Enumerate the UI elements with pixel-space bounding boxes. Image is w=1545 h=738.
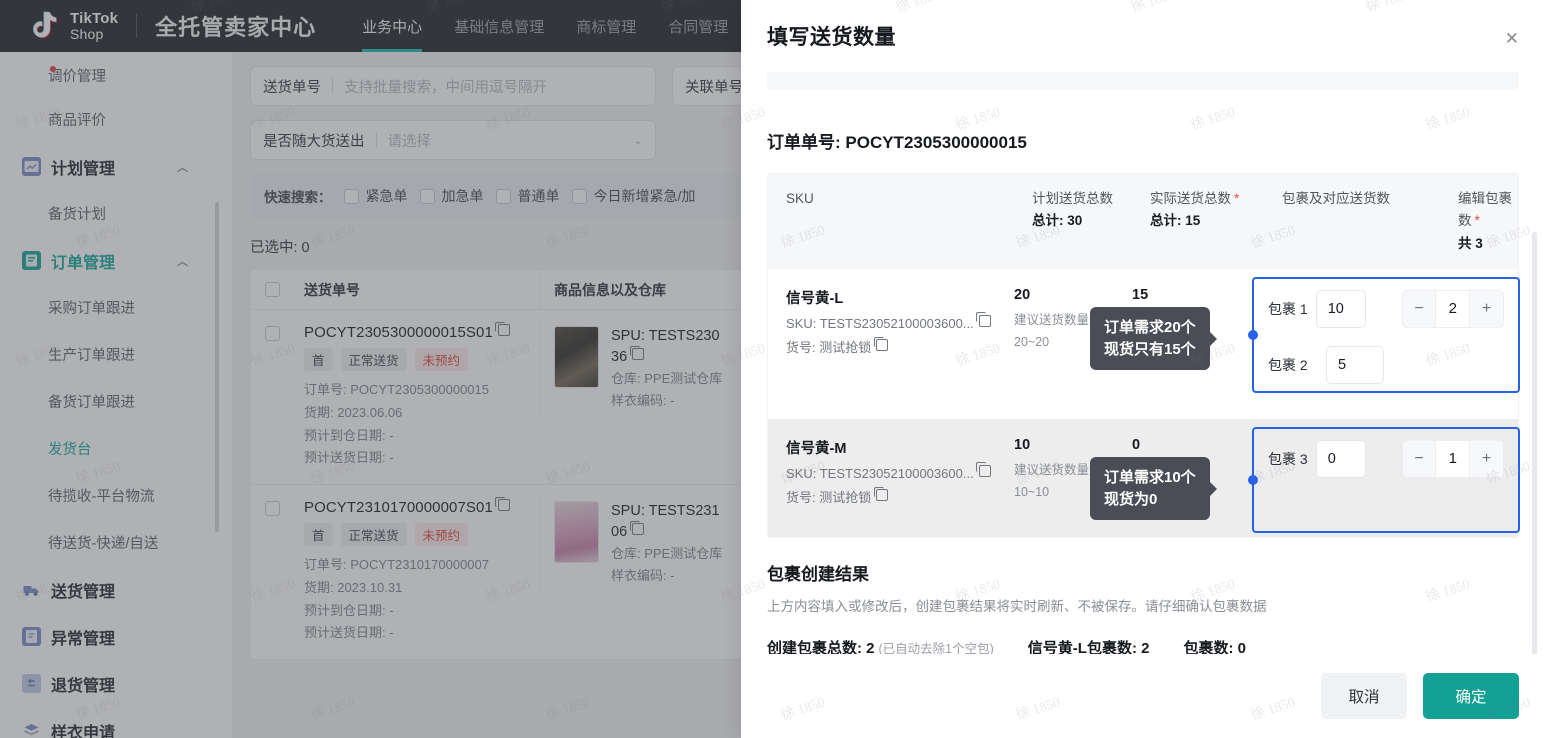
- item-no-text: 货号: 测试抢锁: [786, 340, 872, 356]
- package-count-sku2: 包裹数: 0: [1183, 639, 1246, 654]
- item-no: 货号: 测试抢锁: [786, 486, 1014, 511]
- package-count-stepper[interactable]: − 1 +: [1401, 439, 1504, 478]
- required-asterisk-icon: *: [1234, 191, 1240, 206]
- package-result-title: 包裹创建结果: [767, 564, 869, 584]
- stepper-minus-button[interactable]: −: [1403, 291, 1436, 327]
- package-total-note: (已自动去除1个空包): [878, 641, 994, 654]
- header-plan-total-label: 计划送货总数: [1032, 191, 1113, 206]
- package-label: 包裹 3: [1268, 450, 1308, 467]
- package-row: 包裹 1 10 − 2 +: [1254, 279, 1518, 339]
- actual-qty-value: 0: [1132, 436, 1141, 453]
- stepper-value[interactable]: 2: [1435, 290, 1471, 327]
- plan-qty-value: 10: [1014, 436, 1031, 453]
- header-plan-total: 计划送货总数 总计: 30: [1032, 188, 1150, 255]
- tooltip-line-1: 订单需求20个: [1104, 318, 1196, 336]
- item-no-text: 货号: 测试抢锁: [786, 490, 872, 506]
- dialog-footer: 取消 确定: [741, 654, 1545, 738]
- dialog-scrollbar[interactable]: [1532, 232, 1537, 654]
- package-result-subtitle: 上方内容填入或修改后，创建包裹结果将实时刷新、不被保存。请仔细确认包裹数据: [767, 598, 1267, 614]
- package-mode-radio-group[interactable]: 每个 SKU 一个包裹 ⌄ 所有 SKU 一个包裹 ⌄: [767, 72, 1519, 90]
- header-edit-package-label: 编辑包裹数 *: [1458, 188, 1518, 233]
- cancel-button[interactable]: 取消: [1321, 673, 1407, 719]
- package-label: 包裹 2: [1268, 356, 1308, 373]
- stepper-minus-button[interactable]: −: [1403, 441, 1436, 477]
- header-edit-package-value: 共 3: [1458, 235, 1483, 251]
- stepper-plus-button[interactable]: +: [1470, 441, 1503, 477]
- tooltip-line-2: 现货只有15个: [1104, 340, 1196, 358]
- stepper-value[interactable]: 1: [1435, 440, 1471, 477]
- package-count-sku1: 信号黄-L包裹数: 2: [1027, 639, 1150, 654]
- package-total-group: 创建包裹总数: 2 (已自动去除1个空包): [767, 637, 994, 654]
- sku-delivery-table: SKU 计划送货总数 总计: 30 实际送货总数 * 总计: 15 包裹及对应送货…: [767, 173, 1520, 538]
- actual-qty-value: 15: [1132, 286, 1149, 303]
- dialog-title: 填写送货数量: [767, 26, 896, 49]
- package-count-stepper[interactable]: − 2 +: [1401, 289, 1504, 328]
- sku-name: 信号黄-M: [786, 440, 847, 457]
- package-qty-input[interactable]: 10: [1315, 289, 1366, 328]
- stepper-plus-button[interactable]: +: [1470, 291, 1503, 327]
- copy-icon[interactable]: [873, 486, 889, 502]
- tooltip-line-2: 现货为0: [1104, 490, 1158, 508]
- package-label: 包裹 1: [1268, 300, 1308, 317]
- copy-icon[interactable]: [976, 312, 991, 327]
- tooltip-line-1: 订单需求10个: [1104, 468, 1196, 486]
- header-edit-package-count: 编辑包裹数 * 共 3: [1458, 188, 1518, 255]
- sku-code: SKU: TESTS23052100003600...: [786, 462, 1014, 487]
- package-qty-input[interactable]: 0: [1315, 439, 1366, 478]
- package-result-summary: 创建包裹总数: 2 (已自动去除1个空包) 信号黄-L包裹数: 2 包裹数: 0: [767, 637, 1519, 654]
- package-row: 包裹 2 5: [1254, 339, 1518, 391]
- close-icon[interactable]: ✕: [1505, 30, 1519, 47]
- header-sku: SKU: [786, 191, 814, 206]
- header-actual-total: 实际送货总数 * 总计: 15: [1150, 188, 1282, 255]
- fill-delivery-qty-dialog: 填写送货数量 ✕ 每个 SKU 一个包裹 ⌄ 所有 SKU 一个包裹 ⌄: [741, 0, 1545, 738]
- sku-code-text: SKU: TESTS23052100003600...: [786, 315, 974, 331]
- header-actual-total-label: 实际送货总数 *: [1150, 188, 1282, 210]
- item-no: 货号: 测试抢锁: [786, 336, 1014, 361]
- package-total-label: 创建包裹总数: 2: [767, 639, 875, 654]
- sku-table-row: 信号黄-L SKU: TESTS23052100003600... 货号: 测试…: [768, 269, 1520, 419]
- header-plan-total-value: 总计: 30: [1032, 213, 1083, 229]
- plan-qty-value: 20: [1014, 286, 1031, 303]
- dialog-header: 填写送货数量 ✕: [741, 0, 1545, 72]
- sku-table-header: SKU 计划送货总数 总计: 30 实际送货总数 * 总计: 15 包裹及对应送货…: [768, 174, 1518, 269]
- header-actual-total-text: 实际送货总数: [1150, 191, 1231, 206]
- package-qty-input[interactable]: 5: [1326, 345, 1384, 384]
- stock-warning-tooltip: 订单需求20个 现货只有15个: [1090, 306, 1217, 371]
- header-actual-total-value: 总计: 15: [1150, 213, 1201, 229]
- package-row: 包裹 3 0 − 1 +: [1254, 429, 1518, 489]
- stock-warning-tooltip: 订单需求10个 现货为0: [1090, 456, 1217, 521]
- header-package-qty: 包裹及对应送货数: [1282, 191, 1390, 206]
- sku-code: SKU: TESTS23052100003600...: [786, 312, 1014, 337]
- copy-icon[interactable]: [873, 336, 889, 352]
- order-number: 订单单号: POCYT2305300000015: [767, 133, 1027, 152]
- dialog-body: 每个 SKU 一个包裹 ⌄ 所有 SKU 一个包裹 ⌄ 订单单号: POCYT2…: [741, 72, 1545, 654]
- header-edit-package-text: 编辑包裹数: [1458, 191, 1512, 229]
- confirm-button[interactable]: 确定: [1423, 673, 1519, 719]
- package-input-group[interactable]: 包裹 3 0 − 1 +: [1248, 426, 1520, 533]
- sku-code-text: SKU: TESTS23052100003600...: [786, 465, 974, 481]
- sku-cell: 信号黄-M SKU: TESTS23052100003600... 货号: 测试…: [768, 419, 1014, 537]
- sku-name: 信号黄-L: [786, 290, 844, 307]
- sku-cell: 信号黄-L SKU: TESTS23052100003600... 货号: 测试…: [768, 269, 1014, 419]
- sku-table-row: 信号黄-M SKU: TESTS23052100003600... 货号: 测试…: [768, 418, 1520, 537]
- required-asterisk-icon: *: [1474, 213, 1480, 229]
- package-input-group[interactable]: 包裹 1 10 − 2 + 包裹 2 5: [1248, 276, 1520, 393]
- copy-icon[interactable]: [976, 462, 991, 477]
